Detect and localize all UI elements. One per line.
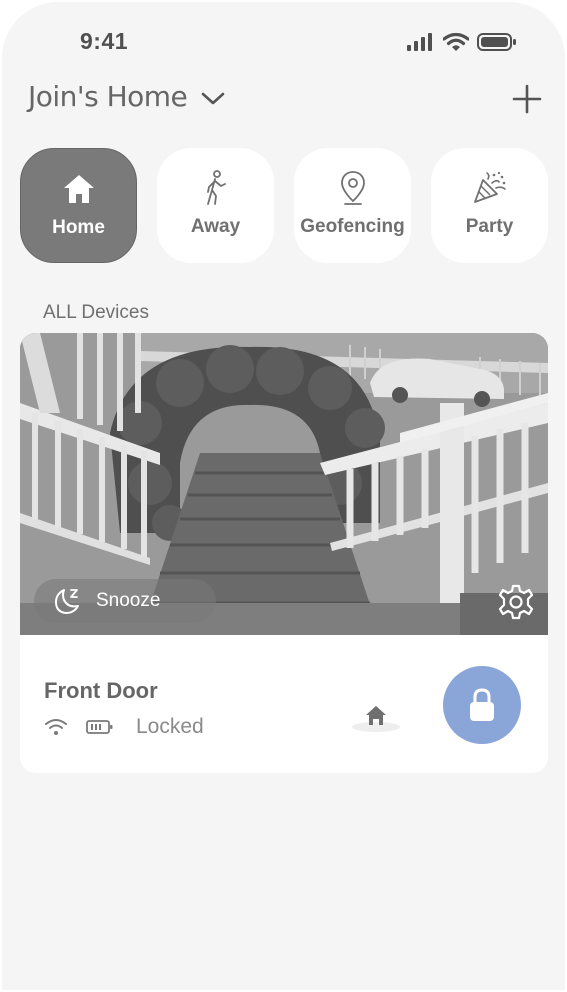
battery-icon: [477, 33, 516, 51]
mode-home-button[interactable]: Home: [20, 148, 137, 263]
walking-person-icon: [206, 170, 226, 205]
mode-geofencing-button[interactable]: Geofencing: [294, 148, 411, 263]
mode-geofencing-label: Geofencing: [300, 216, 405, 237]
battery-icon: [86, 720, 113, 734]
mode-away-button[interactable]: Away: [157, 148, 274, 263]
moon-sleep-icon: [55, 589, 79, 614]
section-title: ALL Devices: [43, 302, 149, 323]
snooze-label: Snooze: [96, 590, 161, 611]
home-name: Join's Home: [28, 80, 188, 113]
gear-icon[interactable]: [498, 584, 534, 620]
cellular-signal-icon: [407, 33, 432, 51]
wifi-icon: [443, 32, 469, 51]
wifi-icon: [45, 719, 67, 735]
device-status-row: Locked: [44, 715, 204, 739]
camera-preview[interactable]: Snooze: [20, 333, 548, 635]
phone-screen: 9:41 Join's Home Home Away Geofencing Pa…: [2, 2, 565, 990]
status-time: 9:41: [80, 28, 129, 54]
home-mode-indicator-icon: [352, 706, 400, 732]
padlock-icon: [470, 688, 494, 721]
chevron-down-icon: [201, 92, 225, 104]
location-pin-icon: [340, 171, 365, 205]
lock-toggle-button[interactable]: [443, 666, 521, 744]
device-name: Front Door: [44, 678, 158, 703]
mode-home-label: Home: [52, 217, 105, 238]
status-bar: 9:41: [2, 2, 565, 82]
add-icon[interactable]: [510, 82, 544, 116]
mode-party-label: Party: [465, 216, 514, 237]
snooze-button[interactable]: Snooze: [34, 579, 216, 623]
status-icons: [407, 32, 517, 52]
mode-party-button[interactable]: Party: [431, 148, 548, 263]
device-card[interactable]: Snooze Front Door Locked: [20, 333, 548, 773]
mode-away-label: Away: [190, 216, 241, 237]
lock-status-text: Locked: [136, 715, 204, 738]
home-selector[interactable]: Join's Home: [28, 80, 225, 113]
party-popper-icon: [473, 171, 506, 203]
home-icon: [63, 175, 94, 203]
